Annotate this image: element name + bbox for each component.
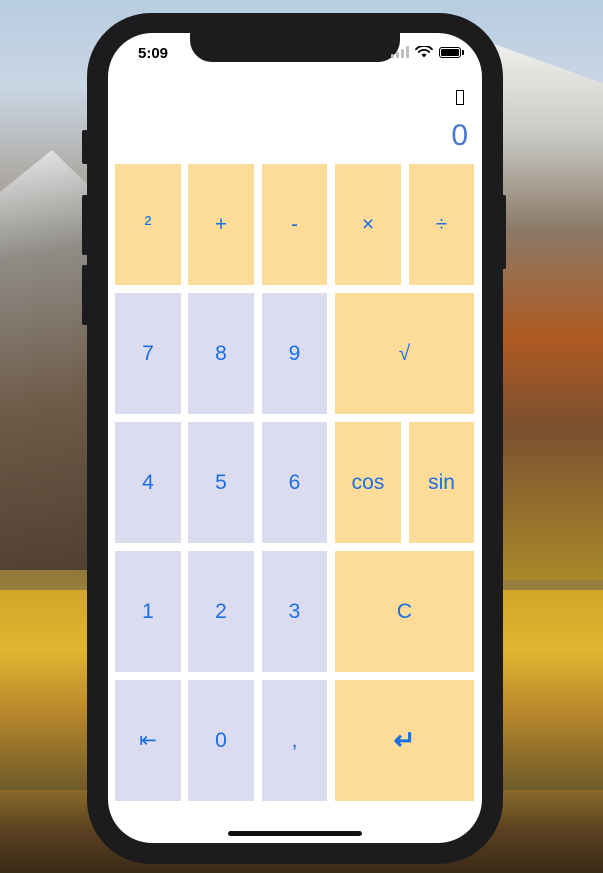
digit-5-key[interactable]: 5 (188, 422, 254, 543)
phone-screen: 5:09 0 ² + - × ÷ 7 8 9 √ 4 5 6 cos sin 1 (108, 33, 482, 843)
clear-key[interactable]: C (335, 551, 474, 672)
battery-icon (439, 46, 461, 58)
calculator-display: 0 (451, 119, 468, 152)
notch (190, 33, 400, 62)
sin-key[interactable]: sin (409, 422, 474, 543)
digit-6-key[interactable]: 6 (262, 422, 327, 543)
digit-3-key[interactable]: 3 (262, 551, 327, 672)
mute-switch[interactable] (82, 130, 88, 164)
minus-key[interactable]: - (262, 164, 327, 285)
backspace-icon: ⇤ (139, 729, 157, 752)
comma-key[interactable]: , (262, 680, 327, 801)
digit-9-key[interactable]: 9 (262, 293, 327, 414)
volume-up-button[interactable] (82, 195, 88, 255)
square-key[interactable]: ² (115, 164, 181, 285)
power-button[interactable] (500, 195, 506, 269)
digit-4-key[interactable]: 4 (115, 422, 181, 543)
status-icons (391, 46, 464, 58)
signal-icon (391, 46, 409, 58)
cos-key[interactable]: cos (335, 422, 401, 543)
volume-down-button[interactable] (82, 265, 88, 325)
digit-7-key[interactable]: 7 (115, 293, 181, 414)
return-arrow-icon: ↵ (393, 725, 416, 755)
plus-key[interactable]: + (188, 164, 254, 285)
enter-key[interactable]: ↵ (335, 680, 474, 801)
digit-2-key[interactable]: 2 (188, 551, 254, 672)
placeholder-glyph-icon (456, 90, 464, 105)
backspace-key[interactable]: ⇤ (115, 680, 181, 801)
digit-1-key[interactable]: 1 (115, 551, 181, 672)
digit-0-key[interactable]: 0 (188, 680, 254, 801)
square-root-key[interactable]: √ (335, 293, 474, 414)
digit-8-key[interactable]: 8 (188, 293, 254, 414)
multiply-key[interactable]: × (335, 164, 401, 285)
status-time: 5:09 (138, 45, 169, 62)
wifi-icon (415, 46, 433, 58)
divide-key[interactable]: ÷ (409, 164, 474, 285)
home-indicator[interactable] (228, 831, 362, 836)
battery-tip (462, 49, 464, 55)
